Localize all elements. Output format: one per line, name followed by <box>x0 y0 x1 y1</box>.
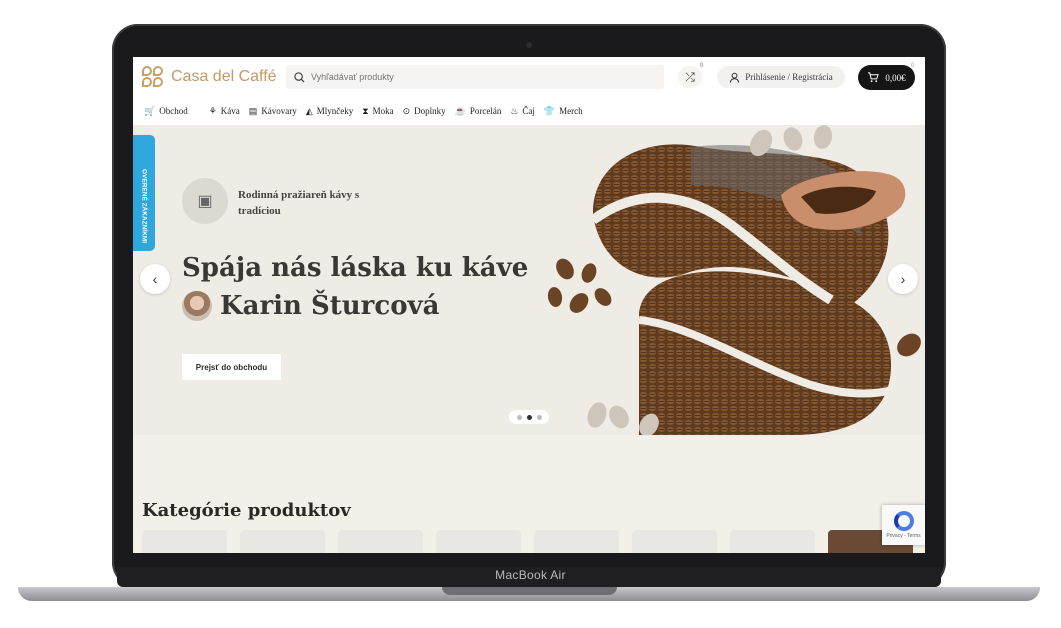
shuffle-icon: ⤮ <box>685 69 695 84</box>
nav-item-caj[interactable]: ♨ Čaj <box>510 106 535 117</box>
nav-item-doplnky[interactable]: ⊙ Doplnky <box>403 106 446 117</box>
tshirt-icon: 👕 <box>543 105 556 116</box>
site-header: Casa del Caffé ⤮ 0 Prihlásenie / Registr… <box>133 57 925 97</box>
hero-tagline: Rodinná pražiareň kávy s tradíciou <box>238 189 360 217</box>
recaptcha-icon <box>893 511 914 531</box>
nav-item-merch[interactable]: 👕 Merch <box>544 106 583 117</box>
search-icon <box>294 71 305 83</box>
tea-icon: ♨ <box>510 105 519 116</box>
nav-label: Káva <box>220 106 240 116</box>
author-name: Karin Šturcová <box>220 291 440 321</box>
hero-slider: OVERENÉ ZÁKAZNÍKMI ▣ Rodinná pražiareň k… <box>133 125 925 435</box>
logo-text: Casa del Caffé <box>171 68 277 85</box>
categories-title: Kategórie produktov <box>142 500 351 521</box>
laptop-frame: Casa del Caffé ⤮ 0 Prihlásenie / Registr… <box>0 0 1061 628</box>
go-to-shop-button[interactable]: Prejsť do obchodu <box>182 354 281 380</box>
nav-label: Mlynčeky <box>316 106 354 116</box>
search-input[interactable] <box>311 72 631 82</box>
login-label: Prihlásenie / Registrácia <box>745 72 833 82</box>
hero-headline: Spája nás láska ku káve <box>182 253 529 283</box>
nav-item-obchod[interactable]: 🛒 Obchod <box>144 106 188 117</box>
slider-pagination <box>509 410 549 424</box>
nav-label: Obchod <box>159 106 188 116</box>
cart-count-badge: 0 <box>911 63 915 69</box>
cup-icon: ☕ <box>454 105 466 116</box>
category-card[interactable] <box>534 530 619 553</box>
verified-by-customers-tab[interactable]: OVERENÉ ZÁKAZNÍKMI <box>133 135 155 251</box>
hero-headline-author: Karin Šturcová <box>182 291 440 321</box>
nav-label: Doplnky <box>414 106 446 116</box>
chevron-left-icon: ‹ <box>152 271 158 287</box>
category-card[interactable] <box>436 530 521 553</box>
category-card[interactable] <box>142 530 227 553</box>
verified-label: OVERENÉ ZÁKAZNÍKMI <box>140 168 148 243</box>
logo-beans-icon <box>142 66 166 88</box>
roastery-badge-icon: ▣ <box>182 178 228 224</box>
nav-label: Kávovary <box>261 106 297 116</box>
coffee-machine-icon: ▤ <box>248 105 258 116</box>
cart-total: 0,00€ <box>885 72 906 83</box>
chevron-right-icon: › <box>900 271 906 287</box>
slider-next-button[interactable]: › <box>888 264 918 294</box>
grinder-icon: ◭ <box>305 105 313 116</box>
cart-icon <box>868 72 880 83</box>
nav-item-porcelan[interactable]: ☕ Porcelán <box>455 106 502 117</box>
main-nav: 🛒 Obchod ⚘ Káva ▤ Kávovary ◭ Mlynčeky ⧗ Moka … <box>133 97 925 125</box>
hero-image <box>547 125 921 435</box>
accessory-icon: ⊙ <box>402 105 411 116</box>
nav-label: Merch <box>559 106 583 116</box>
nav-item-kavovary[interactable]: ▤ Kávovary <box>249 106 297 117</box>
nav-label: Porcelán <box>469 106 502 116</box>
laptop-notch <box>442 587 617 595</box>
category-card[interactable] <box>632 530 717 553</box>
search-bar[interactable] <box>286 65 664 89</box>
nav-item-mlynceky[interactable]: ◭ Mlynčeky <box>306 106 353 117</box>
slider-prev-button[interactable]: ‹ <box>140 264 170 294</box>
slider-dot-active[interactable] <box>526 414 532 420</box>
nav-label: Čaj <box>522 106 535 116</box>
category-card[interactable] <box>338 530 423 553</box>
compare-button[interactable]: ⤮ <box>678 66 702 88</box>
category-list <box>142 530 913 553</box>
cart-button[interactable]: 0,00€ <box>858 65 915 90</box>
basket-icon: 🛒 <box>144 105 156 116</box>
device-label: MacBook Air <box>495 568 566 582</box>
nav-item-moka[interactable]: ⧗ Moka <box>362 106 393 117</box>
beans-icon: ⚘ <box>208 105 217 116</box>
category-card[interactable] <box>240 530 325 553</box>
user-icon <box>730 72 740 83</box>
site-logo[interactable]: Casa del Caffé <box>142 66 277 88</box>
moka-pot-icon: ⧗ <box>362 105 369 116</box>
recaptcha-badge[interactable]: Privacy - Terms <box>882 505 925 545</box>
slider-dot[interactable] <box>536 414 542 420</box>
recaptcha-terms: Privacy - Terms <box>886 533 921 539</box>
compare-count-badge: 0 <box>700 63 704 69</box>
slider-dot[interactable] <box>516 414 522 420</box>
nav-item-kava[interactable]: ⚘ Káva <box>209 106 240 117</box>
category-card[interactable] <box>730 530 815 553</box>
camera-icon <box>526 42 532 48</box>
nav-label: Moka <box>372 106 394 116</box>
avatar <box>182 291 212 321</box>
login-button[interactable]: Prihlásenie / Registrácia <box>717 66 845 88</box>
browser-screen: Casa del Caffé ⤮ 0 Prihlásenie / Registr… <box>133 57 925 553</box>
